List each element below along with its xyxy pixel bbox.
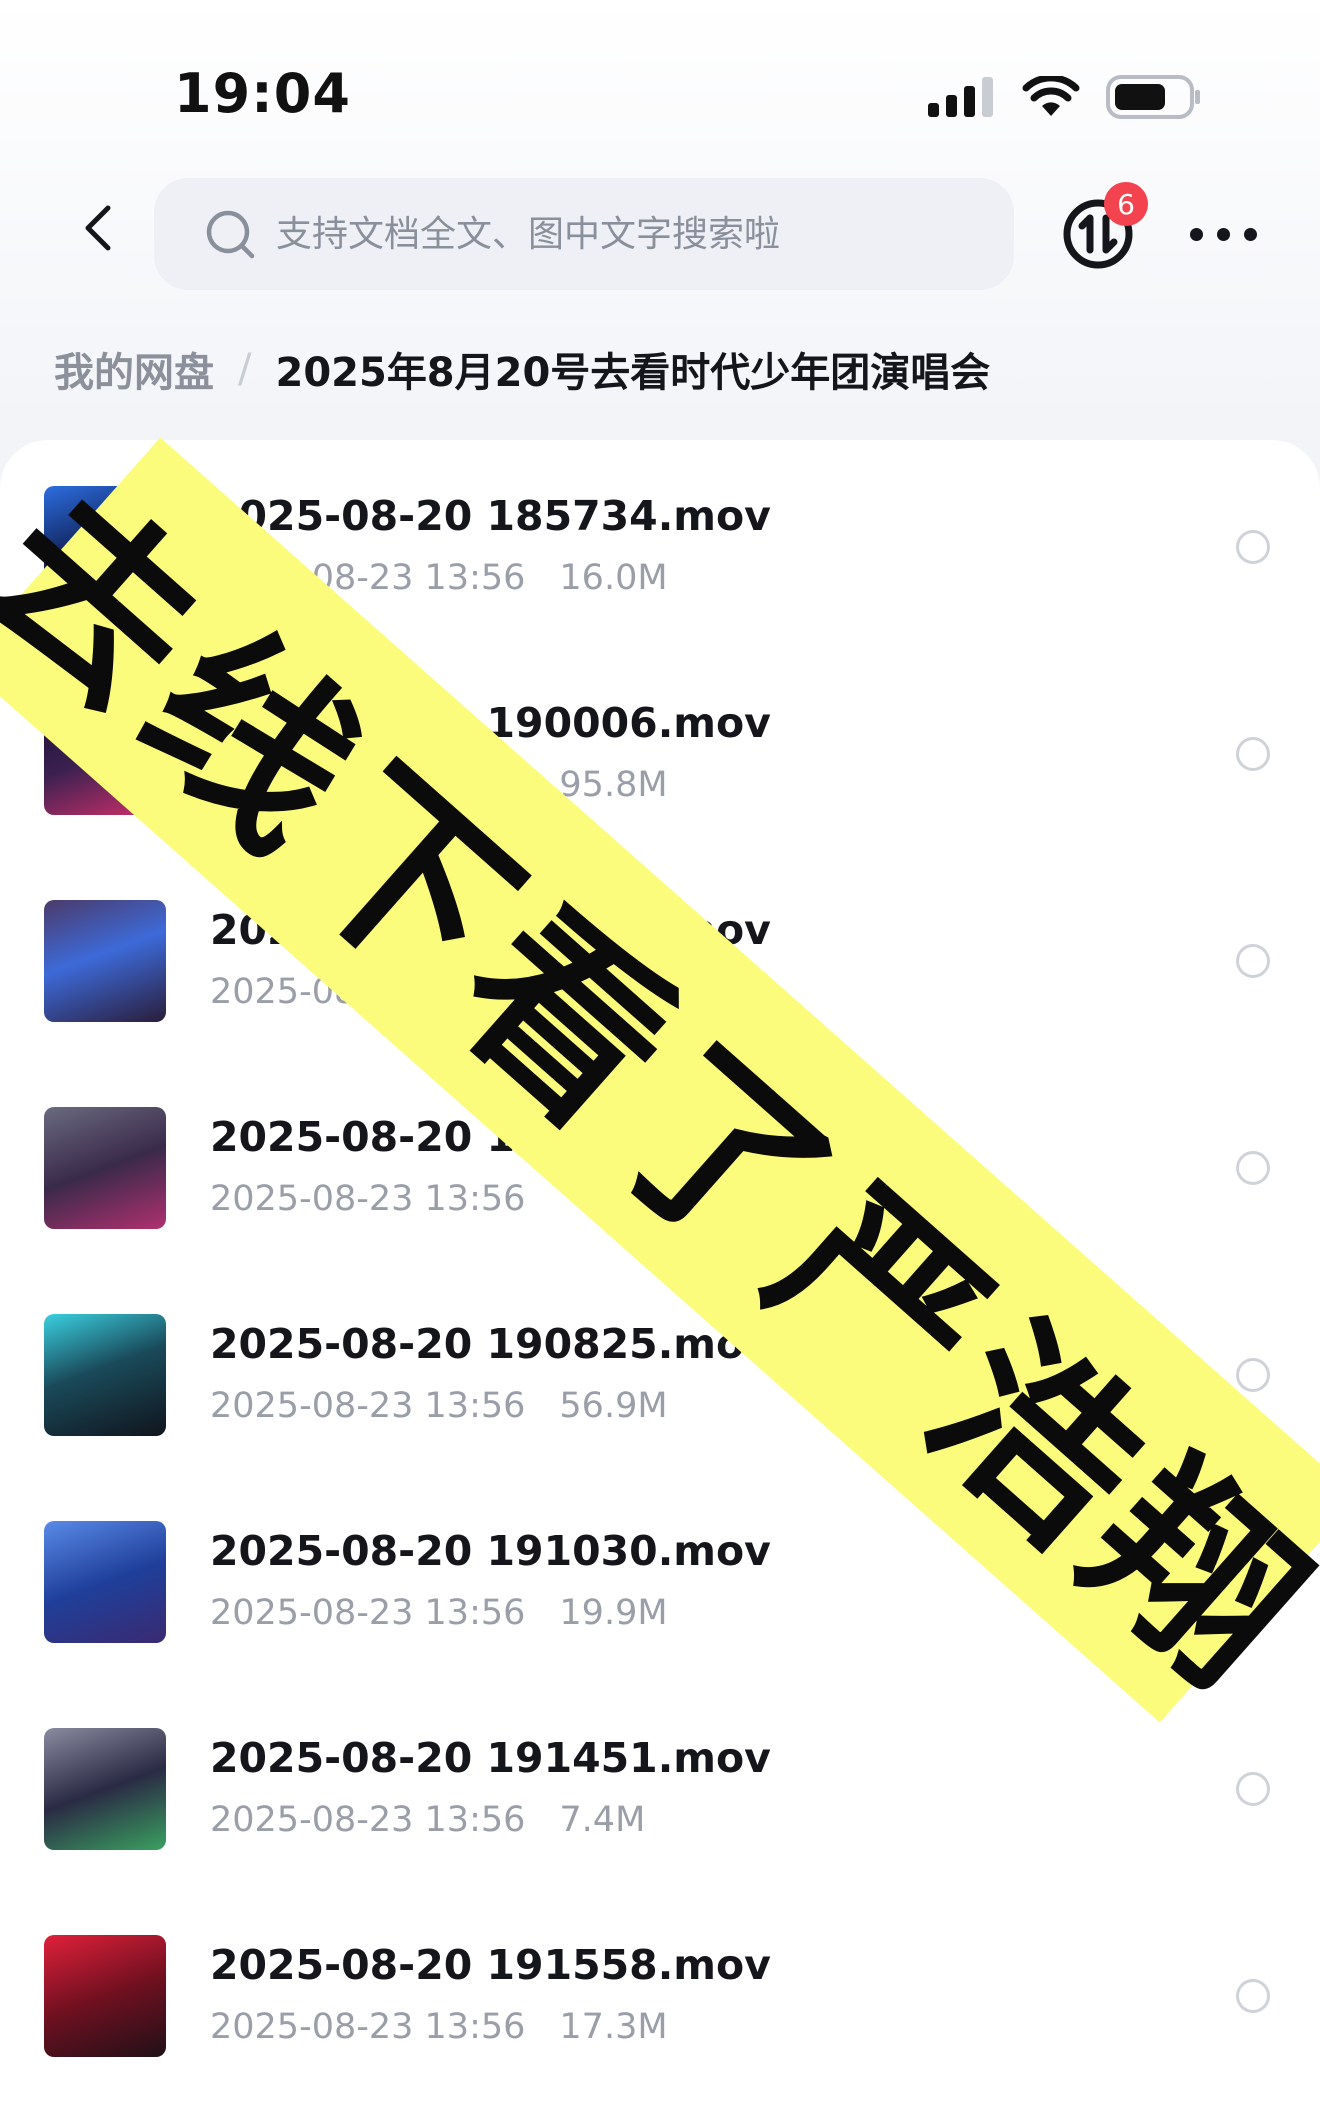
search-icon	[204, 208, 256, 260]
file-date: 2025-08-23 13:56	[210, 1386, 526, 1426]
file-name: 2025-08-20 190527.mov	[210, 1113, 771, 1161]
file-name: 2025-08-20 185734.mov	[210, 492, 771, 540]
video-thumbnail	[44, 1107, 166, 1229]
file-meta: 2025-08-23 13:56 16.0M	[210, 558, 668, 598]
wifi-icon	[1022, 76, 1080, 116]
file-row[interactable]: 2025-08-20 190006.mov 2025-08-23 13:56 9…	[0, 647, 1320, 827]
file-size: 56.9M	[559, 1386, 668, 1426]
select-radio[interactable]	[1236, 1772, 1270, 1806]
file-row[interactable]: 2025-08-20 190527.mov 2025-08-23 13:56	[0, 1061, 1320, 1241]
file-row[interactable]: 2025-08-20 191558.mov 2025-08-23 13:56 1…	[0, 1889, 1320, 2069]
file-date: 2025-08-23 13:56	[210, 558, 526, 598]
file-size: 95.8M	[559, 765, 668, 805]
select-radio[interactable]	[1236, 944, 1270, 978]
file-name: 2025-08-20 191030.mov	[210, 1527, 771, 1575]
search-bar[interactable]	[154, 178, 1014, 290]
file-row[interactable]: 2025-08-20 190219.mov 2025-08-23 13:56	[0, 854, 1320, 1034]
file-name: 2025-08-20 191451.mov	[210, 1734, 771, 1782]
status-time: 19:04	[174, 62, 351, 125]
file-size: 19.9M	[559, 1593, 668, 1633]
file-meta: 2025-08-23 13:56	[210, 1179, 559, 1219]
video-thumbnail	[44, 900, 166, 1022]
select-radio[interactable]	[1236, 1358, 1270, 1392]
select-radio[interactable]	[1236, 1979, 1270, 2013]
search-input[interactable]	[274, 212, 978, 256]
video-thumbnail	[44, 486, 166, 608]
breadcrumb: 我的网盘 / 2025年8月20号去看时代少年团演唱会	[54, 340, 990, 398]
breadcrumb-current-folder: 2025年8月20号去看时代少年团演唱会	[275, 350, 991, 396]
signal-icon	[928, 77, 993, 117]
breadcrumb-root[interactable]: 我的网盘	[54, 340, 214, 398]
video-thumbnail	[44, 1314, 166, 1436]
file-name: 2025-08-20 190006.mov	[210, 699, 771, 747]
select-radio[interactable]	[1236, 1565, 1270, 1599]
battery-icon	[1106, 75, 1200, 119]
video-thumbnail	[44, 693, 166, 815]
file-meta: 2025-08-23 13:56 19.9M	[210, 1593, 668, 1633]
file-meta: 2025-08-23 13:56 7.4M	[210, 1800, 645, 1840]
file-meta: 2025-08-23 13:56 95.8M	[210, 765, 668, 805]
file-name: 2025-08-20 190825.mov	[210, 1320, 771, 1368]
file-row[interactable]: 2025-08-20 190825.mov 2025-08-23 13:56 5…	[0, 1268, 1320, 1448]
video-thumbnail	[44, 1935, 166, 2057]
video-thumbnail	[44, 1521, 166, 1643]
transfer-badge: 6	[1104, 182, 1148, 226]
chevron-left-icon	[85, 205, 111, 251]
file-meta: 2025-08-23 13:56 56.9M	[210, 1386, 668, 1426]
file-name: 2025-08-20 191558.mov	[210, 1941, 771, 1989]
file-row[interactable]: 2025-08-20 191451.mov 2025-08-23 13:56 7…	[0, 1682, 1320, 1862]
file-date: 2025-08-23 13:56	[210, 1179, 526, 1219]
video-thumbnail	[44, 1728, 166, 1850]
status-icons	[928, 72, 1202, 122]
file-meta: 2025-08-23 13:56	[210, 972, 559, 1012]
file-list: 2025-08-20 185734.mov 2025-08-23 13:56 1…	[0, 440, 1320, 2115]
more-dot	[1190, 227, 1203, 241]
file-date: 2025-08-23 13:56	[210, 2007, 526, 2047]
file-size: 17.3M	[559, 2007, 668, 2047]
file-date: 2025-08-23 13:56	[210, 972, 526, 1012]
file-size: 16.0M	[559, 558, 668, 598]
file-date: 2025-08-23 13:56	[210, 765, 526, 805]
file-size: 7.4M	[559, 1800, 646, 1840]
file-name: 2025-08-20 190219.mov	[210, 906, 771, 954]
more-dot	[1244, 227, 1257, 241]
select-radio[interactable]	[1236, 1151, 1270, 1185]
file-meta: 2025-08-23 13:56 17.3M	[210, 2007, 668, 2047]
file-row[interactable]: 2025-08-20 191030.mov 2025-08-23 13:56 1…	[0, 1475, 1320, 1655]
file-date: 2025-08-23 13:56	[210, 1800, 526, 1840]
select-radio[interactable]	[1236, 530, 1270, 564]
file-row[interactable]: 2025-08-20 185734.mov 2025-08-23 13:56 1…	[0, 440, 1320, 620]
back-button[interactable]	[70, 200, 126, 256]
more-dot	[1217, 227, 1230, 241]
select-radio[interactable]	[1236, 737, 1270, 771]
breadcrumb-separator: /	[238, 346, 252, 392]
file-date: 2025-08-23 13:56	[210, 1593, 526, 1633]
more-button[interactable]	[1190, 214, 1290, 254]
